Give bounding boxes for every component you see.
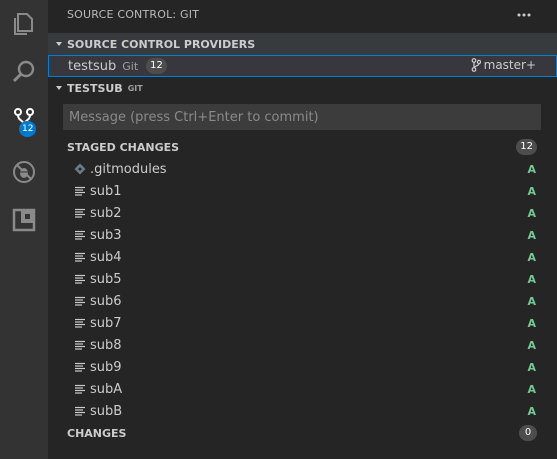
- lines-file-icon: [74, 251, 86, 263]
- branch-indicator[interactable]: master+: [471, 58, 536, 72]
- staged-file-row[interactable]: sub9 A: [48, 356, 557, 378]
- staged-file-name: .gitmodules: [90, 161, 167, 177]
- staged-file-name: sub2: [90, 205, 122, 221]
- repo-section-header[interactable]: TESTSUB GIT: [48, 77, 557, 99]
- file-status-badge: A: [527, 272, 536, 286]
- file-status-badge: A: [527, 206, 536, 220]
- branch-icon: [471, 58, 481, 72]
- debug-button[interactable]: [0, 148, 48, 196]
- provider-count-badge: 12: [146, 58, 167, 74]
- staged-file-name: sub1: [90, 183, 122, 199]
- staged-file-row[interactable]: sub5 A: [48, 268, 557, 290]
- staged-file-row[interactable]: subB A: [48, 400, 557, 422]
- source-control-button[interactable]: [0, 96, 48, 144]
- providers-section-header[interactable]: SOURCE CONTROL PROVIDERS: [48, 33, 557, 55]
- provider-row-testsub[interactable]: testsub Git 12 master+: [48, 55, 557, 77]
- staged-changes-header[interactable]: STAGED CHANGES 12: [48, 136, 557, 158]
- debug-icon: [13, 161, 35, 183]
- staged-file-row[interactable]: sub4 A: [48, 246, 557, 268]
- extensions-button[interactable]: [0, 196, 48, 244]
- providers-section-label: SOURCE CONTROL PROVIDERS: [67, 37, 256, 51]
- lines-file-icon: [74, 295, 86, 307]
- staged-file-row[interactable]: .gitmodules A: [48, 158, 557, 180]
- repo-section-label: TESTSUB: [67, 81, 123, 95]
- extensions-icon: [12, 208, 36, 232]
- file-status-badge: A: [527, 228, 536, 242]
- lines-file-icon: [74, 229, 86, 241]
- lines-file-icon: [74, 273, 86, 285]
- lines-file-icon: [74, 339, 86, 351]
- gitmodules-file-icon: [74, 163, 86, 175]
- staged-file-row[interactable]: subA A: [48, 378, 557, 400]
- lines-file-icon: [74, 207, 86, 219]
- more-actions-button[interactable]: [515, 6, 533, 24]
- file-status-badge: A: [527, 316, 536, 330]
- staged-count-badge: 12: [516, 139, 537, 155]
- staged-file-row[interactable]: sub2 A: [48, 202, 557, 224]
- lines-file-icon: [74, 383, 86, 395]
- chevron-down-icon: [56, 42, 62, 46]
- staged-file-row[interactable]: sub1 A: [48, 180, 557, 202]
- staged-file-name: subB: [90, 403, 123, 419]
- changes-label: CHANGES: [67, 426, 127, 440]
- staged-file-row[interactable]: sub7 A: [48, 312, 557, 334]
- file-status-badge: A: [527, 250, 536, 264]
- file-status-badge: A: [527, 382, 536, 396]
- source-control-sidebar: SOURCE CONTROL: GIT SOURCE CONTROL PROVI…: [48, 0, 557, 459]
- files-icon: [14, 13, 33, 35]
- file-status-badge: A: [527, 162, 536, 176]
- search-button[interactable]: [0, 48, 48, 96]
- sidebar-title: SOURCE CONTROL: GIT: [67, 8, 200, 21]
- file-status-badge: A: [527, 294, 536, 308]
- staged-file-name: sub9: [90, 359, 122, 375]
- commit-message-input[interactable]: [63, 104, 541, 130]
- lines-file-icon: [74, 317, 86, 329]
- file-status-badge: A: [527, 404, 536, 418]
- file-status-badge: A: [527, 360, 536, 374]
- staged-file-name: subA: [90, 381, 123, 397]
- staged-file-row[interactable]: sub3 A: [48, 224, 557, 246]
- staged-file-name: sub5: [90, 271, 122, 287]
- staged-file-name: sub4: [90, 249, 122, 265]
- explorer-button[interactable]: [0, 0, 48, 48]
- changes-count-badge: 0: [519, 425, 537, 441]
- staged-changes-label: STAGED CHANGES: [67, 140, 180, 154]
- staged-file-row[interactable]: sub8 A: [48, 334, 557, 356]
- lines-file-icon: [74, 405, 86, 417]
- activity-bar: 12: [0, 0, 48, 459]
- ellipsis-icon: [517, 13, 531, 17]
- repo-section-sublabel: GIT: [127, 83, 143, 93]
- file-status-badge: A: [527, 338, 536, 352]
- file-status-badge: A: [527, 184, 536, 198]
- branch-name: master+: [483, 58, 536, 72]
- chevron-down-icon: [56, 86, 62, 90]
- provider-name: testsub: [68, 58, 117, 74]
- staged-file-name: sub6: [90, 293, 122, 309]
- staged-file-name: sub3: [90, 227, 122, 243]
- changes-header[interactable]: CHANGES 0: [48, 422, 557, 444]
- lines-file-icon: [74, 185, 86, 197]
- provider-type: Git: [122, 59, 139, 73]
- staged-file-row[interactable]: sub6 A: [48, 290, 557, 312]
- lines-file-icon: [74, 361, 86, 373]
- search-icon: [12, 60, 35, 83]
- staged-file-name: sub7: [90, 315, 122, 331]
- staged-file-name: sub8: [90, 337, 122, 353]
